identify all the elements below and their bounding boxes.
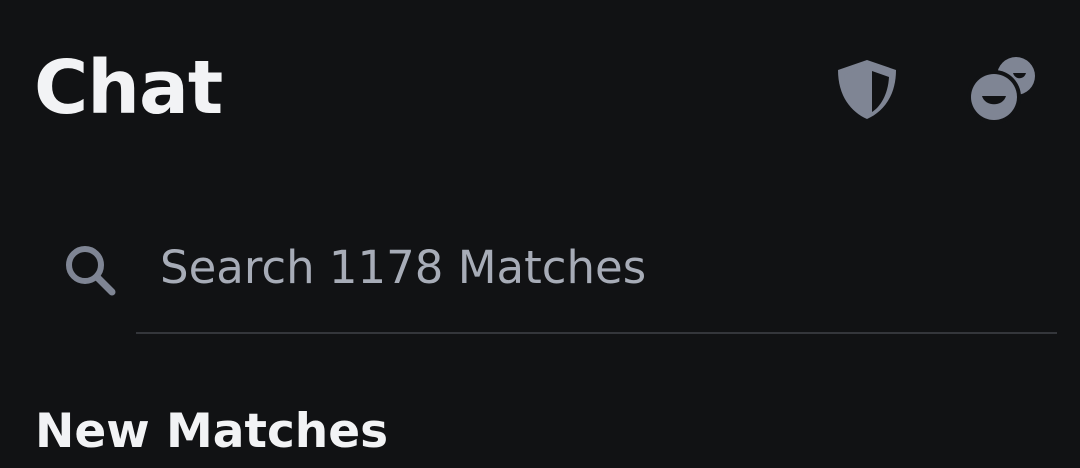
search-input[interactable]: [160, 230, 1040, 304]
search-icon: [66, 246, 116, 296]
new-matches-heading: New Matches: [35, 404, 389, 459]
safety-shield-button[interactable]: [832, 56, 902, 122]
search-divider: [136, 332, 1057, 334]
search-bar[interactable]: [0, 222, 1080, 312]
shield-icon: [838, 60, 896, 119]
page-title: Chat: [34, 45, 223, 131]
chat-bubbles-icon: [967, 57, 1035, 124]
chat-bubbles-button[interactable]: [964, 52, 1040, 126]
